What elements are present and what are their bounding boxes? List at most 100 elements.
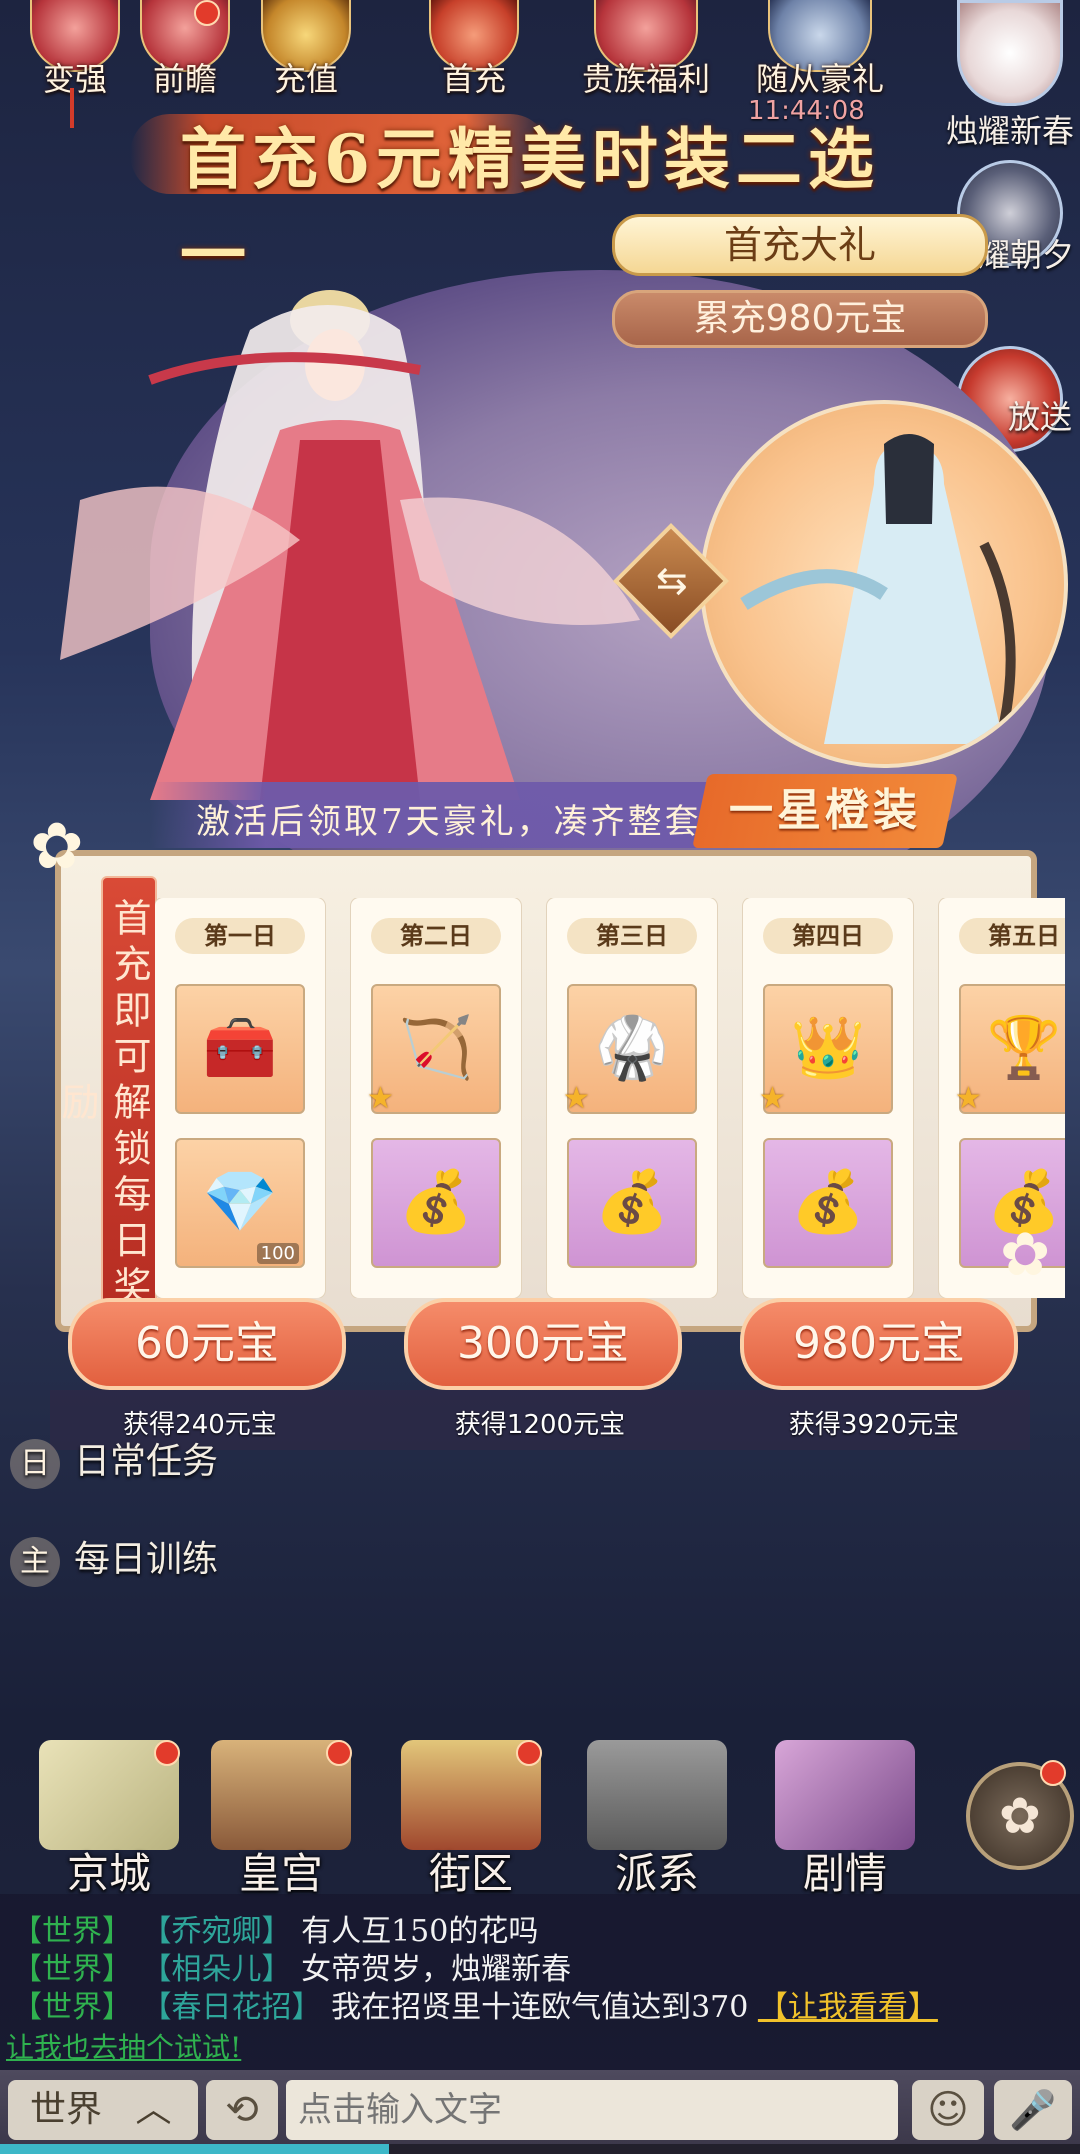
golden-item-icon: 🏆 <box>986 1013 1062 1083</box>
money-bag-icon: 💰 <box>790 1167 866 1237</box>
chat-channel: 【世界】 <box>12 1990 132 2025</box>
notification-dot <box>154 1740 180 1766</box>
chat-message: 我在招贤里十连欧气值达到370 <box>331 1990 749 2025</box>
nav-story[interactable]: 剧情 <box>760 1740 930 1900</box>
first-recharge-label: 首充 <box>441 60 506 98</box>
progress-fill <box>0 2144 389 2154</box>
star-icon: ★ <box>955 1081 982 1116</box>
reward-slot[interactable]: 💰 <box>763 1138 893 1268</box>
strength-button[interactable]: 变强 <box>20 0 130 128</box>
new-spring-label: 烛耀新春 <box>945 112 1074 150</box>
day-label: 第二日 <box>371 918 501 954</box>
chat-link-button[interactable]: 【让我看看】 <box>758 1990 938 2025</box>
recharge-60-button[interactable]: 60元宝 <box>68 1298 346 1390</box>
item-count: 100 <box>256 1243 299 1264</box>
cumulative-recharge-tab[interactable]: 累充980元宝 <box>612 290 988 348</box>
follower-gift-label: 随从豪礼 <box>755 60 884 98</box>
history-icon: ⟲ <box>225 2087 259 2133</box>
activate-text: 激活后领取7天豪礼，凑齐整套 <box>196 802 702 842</box>
emoji-button[interactable]: ☺ <box>912 2080 984 2140</box>
black-hair <box>884 434 934 524</box>
daily-reward-list[interactable]: 第一日 🧰 💎 100 第二日 🏹 ★ 💰 第三日 🥋 ★ 💰 第四日 👑 ★ 💰 第五 <box>155 898 1065 1298</box>
unlock-banner: 首充即可解锁每日奖励 <box>55 876 157 1320</box>
day-card-2[interactable]: 第二日 🏹 ★ 💰 <box>351 898 521 1298</box>
history-button[interactable]: ⟲ <box>206 2080 278 2140</box>
story-icon <box>775 1740 915 1850</box>
money-bag-scroll-icon: 💰 <box>594 1167 670 1237</box>
reward-slot[interactable]: 💎 100 <box>175 1138 305 1268</box>
outfit-option-blue[interactable] <box>700 400 1068 768</box>
gain-300-label: 获得1200元宝 <box>454 1410 626 1440</box>
blue-outfit-figure <box>740 434 1016 744</box>
faction-icon <box>587 1740 727 1850</box>
chat-panel[interactable]: 【世界】 【乔宛卿】 有人互150的花吗 【世界】 【相朵儿】 女帝贺岁，烛耀新… <box>0 1894 1080 2072</box>
strength-label: 变强 <box>42 60 107 98</box>
daily-task-label: 日常任务 <box>74 1441 219 1482</box>
reward-slot[interactable]: 💰 <box>371 1138 501 1268</box>
flower-menu-icon: ✿ <box>999 1787 1041 1845</box>
gain-980-label: 获得3920元宝 <box>788 1410 960 1440</box>
noble-welfare-label: 贵族福利 <box>581 60 710 98</box>
day-card-3[interactable]: 第三日 🥋 ★ 💰 <box>547 898 717 1298</box>
chat-input-bar: 世界 ︿ ⟲ ☺ 🎤 <box>0 2070 1080 2154</box>
voice-button[interactable]: 🎤 <box>994 2080 1072 2140</box>
day-card-4[interactable]: 第四日 👑 ★ 💰 <box>743 898 913 1298</box>
nav-label: 派系 <box>614 1849 699 1898</box>
treasure-chest-icon: 🧰 <box>202 1013 278 1083</box>
chat-user[interactable]: 【春日花招】 <box>142 1990 322 2025</box>
first-recharge-banner: 首充6元精美时装二选一 <box>50 100 910 294</box>
preview-label: 前瞻 <box>152 60 217 98</box>
day-label: 第五日 <box>959 918 1065 954</box>
reward-slot[interactable]: 💰 <box>567 1138 697 1268</box>
reward-slot[interactable]: 🧰 <box>175 984 305 1114</box>
nav-street[interactable]: 街区 <box>386 1740 556 1900</box>
recharge-300-button[interactable]: 300元宝 <box>404 1298 682 1390</box>
money-bag-icon: 💰 <box>398 1167 474 1237</box>
day-card-1[interactable]: 第一日 🧰 💎 100 <box>155 898 325 1298</box>
recharge-980-button[interactable]: 980元宝 <box>740 1298 1018 1390</box>
nav-label: 京城 <box>66 1849 151 1898</box>
daily-training-label: 每日训练 <box>74 1539 219 1580</box>
activate-bar: 激活后领取7天豪礼，凑齐整套 一星橙装 <box>150 774 958 848</box>
reward-slot[interactable]: 👑 ★ <box>759 984 893 1116</box>
notification-dot <box>326 1740 352 1766</box>
day-label: 第一日 <box>175 918 305 954</box>
flower-decoration-icon: ✿ <box>30 810 84 884</box>
orange-outfit-badge: 一星橙装 <box>692 774 958 848</box>
reward-slot[interactable]: 🥋 ★ <box>563 984 697 1116</box>
purple-gem-icon: 💎 <box>202 1167 278 1237</box>
nav-faction[interactable]: 派系 <box>572 1740 742 1900</box>
flower-decoration-icon: ✿ <box>1000 1220 1051 1290</box>
daily-training-badge: 主 <box>10 1537 60 1587</box>
first-recharge-gift-tab[interactable]: 首充大礼 <box>612 214 988 276</box>
chat-input[interactable] <box>286 2080 898 2140</box>
channel-label: 世界 <box>30 2089 103 2130</box>
noble-welfare-button[interactable]: 贵族福利 <box>566 0 726 98</box>
recharge-button[interactable]: 充值 <box>246 0 366 98</box>
star-icon: ★ <box>563 1081 590 1116</box>
reward-slot[interactable]: 🏹 ★ <box>367 984 501 1116</box>
daily-training-button[interactable]: 主每日训练 <box>10 1530 218 1590</box>
new-spring-button[interactable]: 烛耀新春 <box>940 0 1080 152</box>
bow-icon: 🏹 <box>398 1013 474 1083</box>
snowman-icon <box>957 0 1063 106</box>
follower-gift-button[interactable]: 随从豪礼 <box>740 0 900 98</box>
first-recharge-button[interactable]: 首充 <box>414 0 534 98</box>
notification-dot <box>194 0 220 26</box>
nav-capital[interactable]: 京城 <box>24 1740 194 1900</box>
star-icon: ★ <box>367 1081 394 1116</box>
reward-slot[interactable]: 🏆 ★ <box>955 984 1065 1116</box>
daily-task-button[interactable]: 日日常任务 <box>10 1432 218 1492</box>
channel-select-button[interactable]: 世界 ︿ <box>8 2080 198 2140</box>
nav-palace[interactable]: 皇宫 <box>196 1740 366 1900</box>
chat-overflow-link[interactable]: 让我也去抽个试试! <box>6 2026 241 2066</box>
nav-label: 街区 <box>428 1849 513 1898</box>
outfit-option-red[interactable] <box>0 240 700 810</box>
daily-reward-board: 首充即可解锁每日奖励 第一日 🧰 💎 100 第二日 🏹 ★ 💰 第三日 🥋 ★ 💰 … <box>55 850 1065 1332</box>
preview-button[interactable]: 前瞻 <box>130 0 240 98</box>
nav-label: 皇宫 <box>238 1849 323 1898</box>
unlock-banner-text: 首充即可解锁每日奖励 <box>55 898 151 1312</box>
chat-line: 【世界】 【春日花招】 我在招贤里十连欧气值达到370 【让我看看】 <box>12 1982 938 2026</box>
microphone-icon: 🎤 <box>1009 2088 1057 2132</box>
recharge-label: 充值 <box>273 60 338 98</box>
